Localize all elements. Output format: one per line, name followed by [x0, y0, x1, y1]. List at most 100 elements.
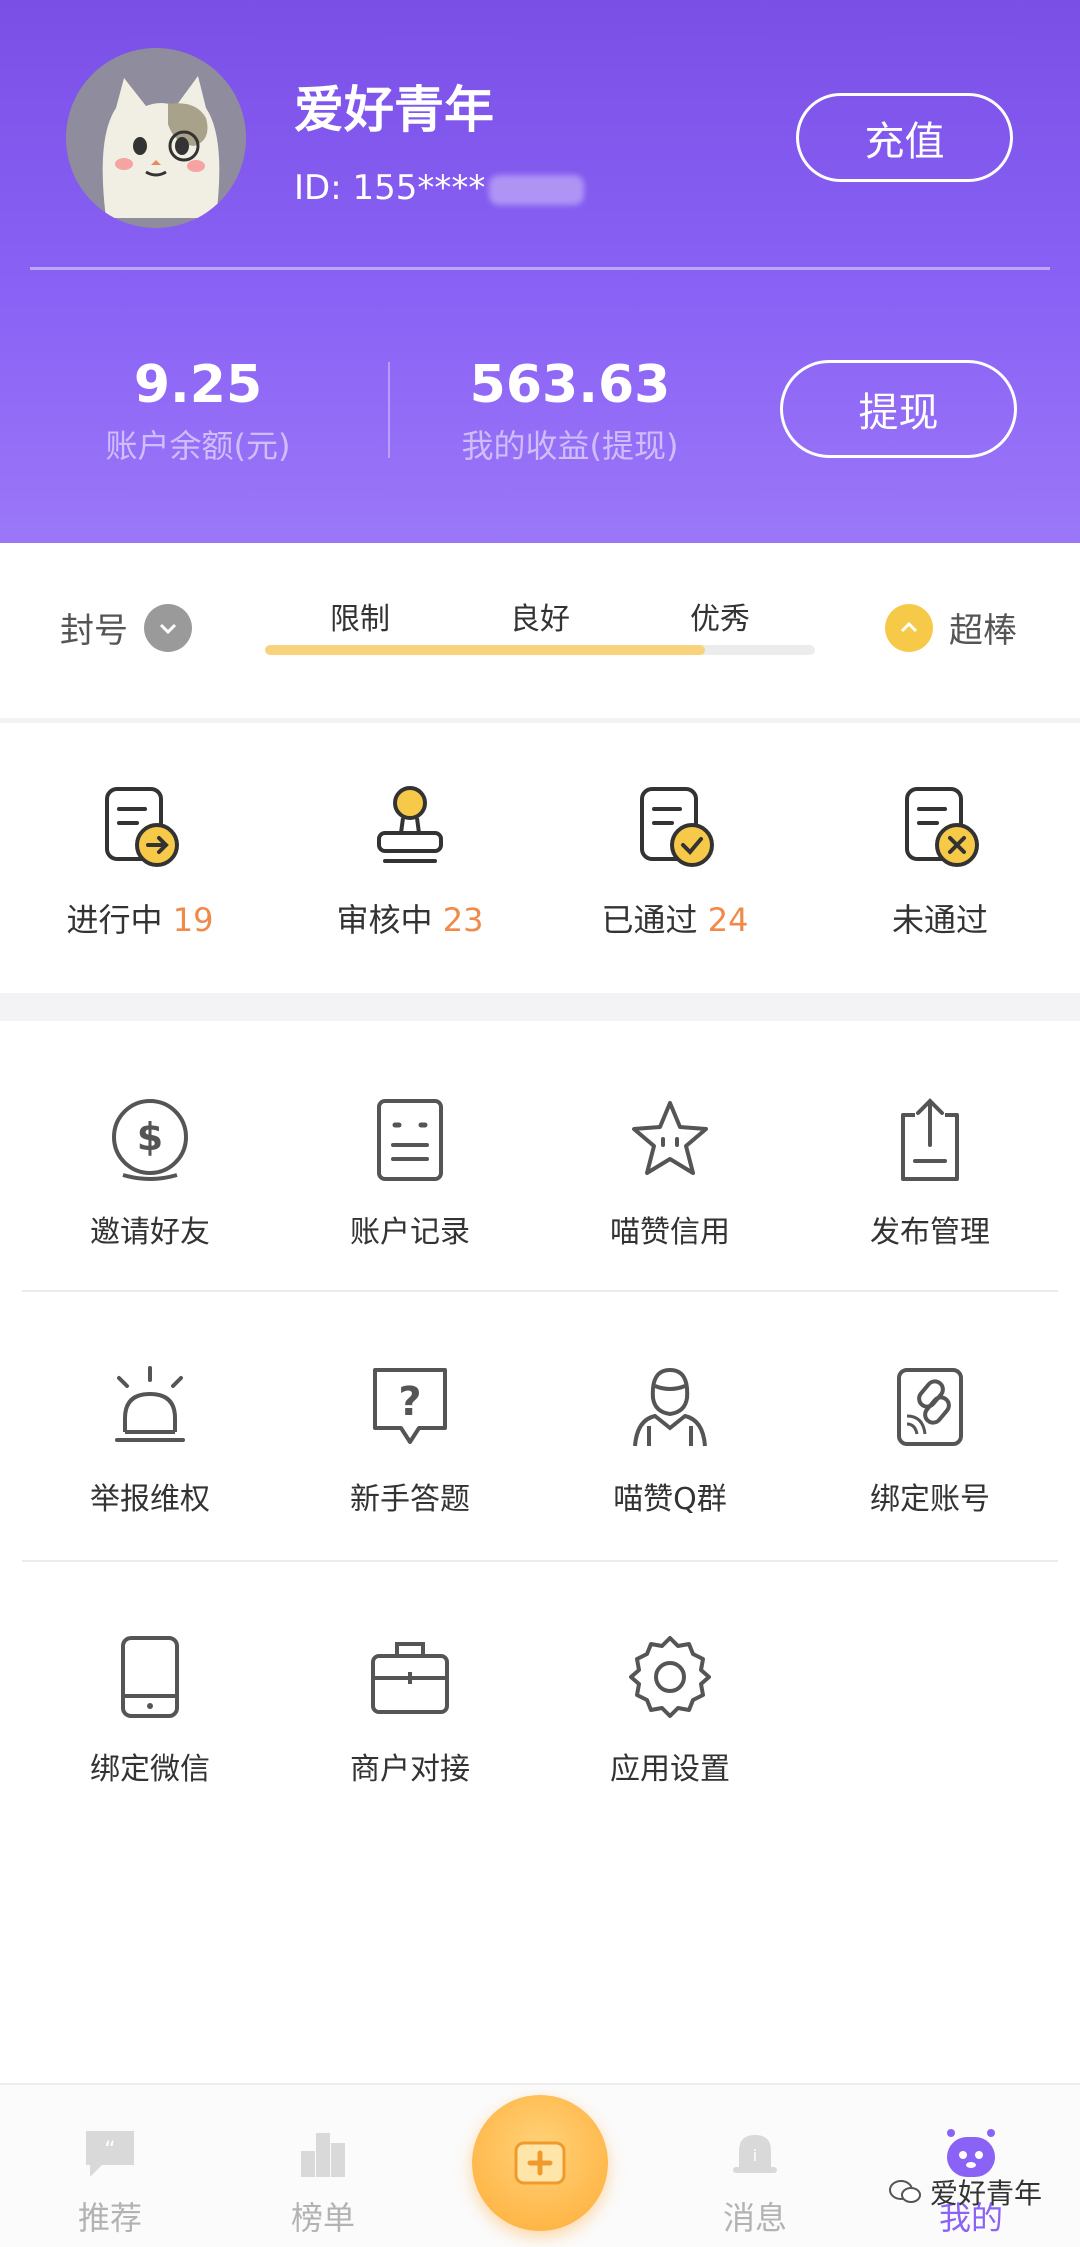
level-super-label: 超棒	[949, 611, 1017, 651]
task-under-review[interactable]: 审核中 23	[275, 783, 545, 941]
user-id-text: ID: 155****	[294, 168, 486, 208]
grid-credit[interactable]: 喵赞信用	[535, 1095, 805, 1251]
task-rejected[interactable]: 未通过	[805, 783, 1075, 941]
withdraw-button[interactable]: 提现	[780, 360, 1017, 458]
grid-qq-group[interactable]: 喵赞Q群	[535, 1362, 805, 1518]
grid-divider	[22, 1290, 1058, 1292]
doc-cross-icon	[905, 787, 979, 867]
cat-avatar-icon	[66, 48, 246, 228]
task-approved[interactable]: 已通过 24	[540, 783, 810, 941]
qq-person-icon	[633, 1367, 707, 1447]
level-progress-fill	[265, 645, 705, 655]
task-label: 进行中 19	[5, 895, 275, 941]
task-label: 已通过 24	[540, 895, 810, 941]
avatar[interactable]	[66, 48, 246, 228]
svg-text:$: $	[137, 1115, 163, 1159]
username: 爱好青年	[294, 81, 494, 139]
record-list-icon	[377, 1099, 443, 1181]
task-status-row: 进行中 19 审核中 23 已通过 24 未通过	[0, 723, 1080, 993]
chevron-down-icon	[144, 603, 192, 652]
chevron-up-icon	[885, 603, 933, 652]
grid-account-records[interactable]: 账户记录	[275, 1095, 545, 1251]
grid-bind-wechat[interactable]: 绑定微信	[15, 1632, 285, 1788]
grid-bind-account[interactable]: 绑定账号	[795, 1362, 1065, 1518]
task-in-progress[interactable]: 进行中 19	[5, 783, 275, 941]
coin-dollar-icon: $	[112, 1099, 188, 1181]
svg-text:“: “	[104, 2138, 115, 2163]
nav-messages[interactable]: i 消息	[685, 2125, 825, 2239]
grid-label: 新手答题	[350, 1482, 470, 1517]
doc-check-icon	[640, 787, 714, 867]
task-label-text: 审核中	[336, 901, 433, 939]
level-banned: 封号	[60, 603, 192, 652]
grid-label: 绑定微信	[90, 1752, 210, 1787]
balance-label: 账户余额(元)	[105, 427, 291, 465]
task-label-text: 未通过	[891, 901, 988, 939]
task-label: 审核中 23	[275, 895, 545, 941]
grid-merchant-docking[interactable]: 商户对接	[275, 1632, 545, 1788]
briefcase-icon	[371, 1642, 449, 1714]
grid-publish-management[interactable]: 发布管理	[795, 1095, 1065, 1251]
grid-label: 应用设置	[610, 1752, 730, 1787]
grid-label: 邀请好友	[90, 1215, 210, 1250]
grid-invite-friends[interactable]: $ 邀请好友	[15, 1095, 285, 1251]
level-banned-label: 封号	[60, 611, 128, 651]
svg-text:?: ?	[398, 1379, 421, 1425]
nav-recommend[interactable]: “ 推荐	[40, 2125, 180, 2239]
grid-label: 喵赞信用	[610, 1215, 730, 1250]
income-label: 我的收益(提现)	[461, 427, 679, 465]
watermark: 爱好青年	[888, 2172, 1042, 2212]
svg-text:i: i	[753, 2146, 757, 2165]
bell-icon: i	[733, 2135, 777, 2173]
balance-stat: 9.25 账户余额(元)	[98, 355, 298, 467]
grid-label: 发布管理	[870, 1215, 990, 1250]
grid-label: 商户对接	[350, 1752, 470, 1787]
link-card-icon	[897, 1368, 963, 1446]
redacted-mask	[489, 174, 585, 205]
nav-label: 榜单	[290, 2199, 355, 2237]
doc-arrow-icon	[105, 787, 179, 867]
task-label-text: 进行中	[66, 901, 163, 939]
nav-label: 消息	[722, 2199, 787, 2237]
recharge-button[interactable]: 充值	[796, 93, 1013, 182]
question-icon: ?	[373, 1368, 447, 1444]
chat-bubble-icon: “	[86, 2131, 134, 2177]
level-progress-track	[265, 645, 815, 655]
grid-label: 账户记录	[350, 1215, 470, 1250]
stats-divider	[388, 362, 390, 458]
grid-label: 绑定账号	[870, 1482, 990, 1517]
nav-label: 推荐	[77, 2199, 142, 2237]
task-count: 19	[172, 901, 214, 939]
nav-ranking[interactable]: 榜单	[253, 2125, 393, 2239]
grid-label: 举报维权	[90, 1482, 210, 1517]
level-mark-good: 良好	[510, 602, 570, 637]
level-mark-limit: 限制	[330, 602, 390, 637]
stamp-icon	[377, 786, 443, 863]
alarm-icon	[115, 1366, 185, 1442]
header-divider	[30, 267, 1050, 270]
balance-value: 9.25	[133, 355, 263, 415]
level-super: 超棒	[885, 603, 1017, 652]
add-button[interactable]	[472, 2095, 608, 2231]
credit-level-bar[interactable]: 封号 限制 良好 优秀 超棒	[0, 543, 1080, 718]
wechat-icon	[889, 2180, 921, 2203]
profile-header: 爱好青年 ID: 155**** 充值 9.25 账户余额(元) 563.63 …	[0, 0, 1080, 543]
gear-icon	[629, 1636, 711, 1718]
grid-divider	[22, 1560, 1058, 1562]
level-mark-excellent: 优秀	[690, 602, 750, 637]
task-count: 24	[707, 901, 749, 939]
grid-app-settings[interactable]: 应用设置	[535, 1632, 805, 1788]
star-icon	[632, 1101, 708, 1175]
phone-icon	[121, 1636, 179, 1718]
add-icon	[514, 2141, 566, 2185]
task-count: 23	[442, 901, 484, 939]
upload-icon	[901, 1098, 959, 1181]
grid-newbie-quiz[interactable]: ? 新手答题	[275, 1362, 545, 1518]
section-separator	[0, 993, 1080, 1021]
grid-report-rights[interactable]: 举报维权	[15, 1362, 285, 1518]
podium-icon	[301, 2133, 345, 2177]
grid-label: 喵赞Q群	[613, 1482, 727, 1517]
income-value: 563.63	[469, 355, 671, 415]
user-id: ID: 155****	[294, 168, 585, 208]
income-stat: 563.63 我的收益(提现)	[440, 355, 700, 467]
